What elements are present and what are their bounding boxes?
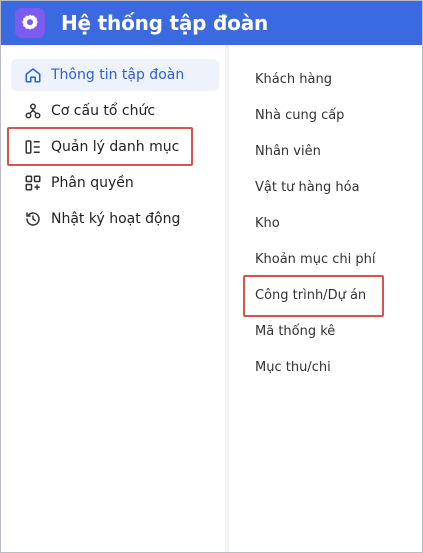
- list-item-customers[interactable]: Khách hàng: [255, 72, 332, 87]
- sidebar-item-org-structure[interactable]: Cơ cấu tổ chức: [11, 95, 219, 127]
- sidebar-item-label: Cơ cấu tổ chức: [51, 103, 156, 119]
- app-window: Hệ thống tập đoàn Thông tin tập đoàn Cơ …: [0, 0, 423, 553]
- list-item-warehouse[interactable]: Kho: [255, 216, 280, 231]
- org-structure-icon: [23, 101, 43, 121]
- app-title: Hệ thống tập đoàn: [61, 11, 269, 35]
- category-list: Khách hàng Nhà cung cấp Nhân viên Vật tư…: [229, 45, 422, 552]
- category-list-icon: [23, 137, 43, 157]
- list-item-expense-items[interactable]: Khoản mục chi phí: [255, 252, 375, 267]
- sidebar-item-label: Quản lý danh mục: [51, 139, 180, 155]
- grid-add-icon: [23, 173, 43, 193]
- list-item-statistic-codes[interactable]: Mã thống kê: [255, 324, 335, 339]
- sidebar-item-activity-log[interactable]: Nhật ký hoạt động: [11, 203, 219, 235]
- sidebar-item-label: Phân quyền: [51, 175, 134, 191]
- list-item-materials-goods[interactable]: Vật tư hàng hóa: [255, 180, 360, 195]
- list-item-employees[interactable]: Nhân viên: [255, 144, 321, 159]
- list-item-income-expense[interactable]: Mục thu/chi: [255, 360, 331, 375]
- list-item-projects[interactable]: Công trình/Dự án: [255, 288, 366, 303]
- history-icon: [23, 209, 43, 229]
- app-header: Hệ thống tập đoàn: [1, 1, 422, 45]
- sidebar-item-category-management[interactable]: Quản lý danh mục: [11, 131, 219, 163]
- sidebar-item-permissions[interactable]: Phân quyền: [11, 167, 219, 199]
- gear-icon: [15, 8, 45, 38]
- list-item-suppliers[interactable]: Nhà cung cấp: [255, 108, 344, 123]
- home-icon: [23, 65, 43, 85]
- sidebar: Thông tin tập đoàn Cơ cấu tổ chức Quản l…: [2, 45, 226, 552]
- sidebar-item-group-info[interactable]: Thông tin tập đoàn: [11, 59, 219, 91]
- sidebar-item-label: Thông tin tập đoàn: [51, 67, 185, 83]
- sidebar-item-label: Nhật ký hoạt động: [51, 211, 181, 227]
